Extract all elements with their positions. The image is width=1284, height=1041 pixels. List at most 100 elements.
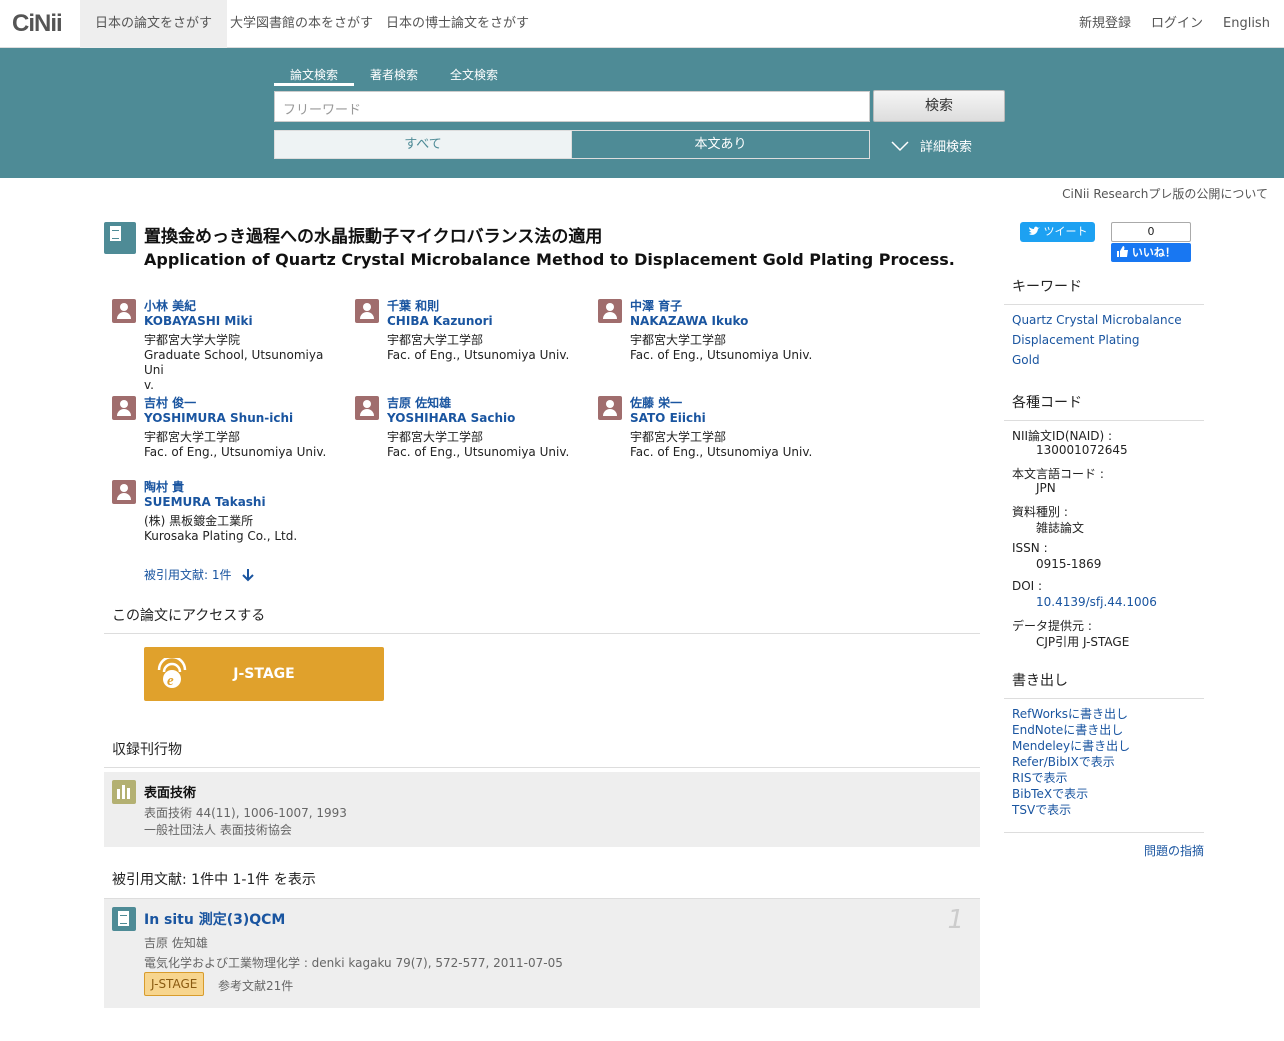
author-affiliation: 宇都宮大学工学部 Fac. of Eng., Utsunomiya Univ. bbox=[144, 430, 327, 459]
author-name-en[interactable]: SATO Eiichi bbox=[630, 411, 830, 426]
author-entry: 中澤 育子 NAKAZAWA Ikuko 宇都宮大学工学部 Fac. of Eng… bbox=[598, 299, 830, 363]
author-affiliation: 宇都宮大学工学部 Fac. of Eng., Utsunomiya Univ. bbox=[630, 430, 813, 459]
code-label: DOI : bbox=[1012, 579, 1043, 593]
code-label: ISSN : bbox=[1012, 541, 1048, 555]
chevron-down-icon bbox=[891, 141, 909, 152]
login-link[interactable]: ログイン bbox=[1151, 0, 1203, 48]
codes-heading: 各種コード bbox=[1004, 392, 1204, 421]
author-name-ja[interactable]: 陶村 貴 bbox=[144, 480, 344, 495]
journal-publisher: 一般社団法人 表面技術協会 bbox=[144, 823, 292, 837]
export-refer-link[interactable]: Refer/BibIXで表示 bbox=[1012, 753, 1115, 770]
keyword-link[interactable]: Quartz Crystal Microbalance bbox=[1012, 313, 1182, 327]
access-heading: この論文にアクセスする bbox=[104, 605, 980, 634]
tab-author-search[interactable]: 著者検索 bbox=[370, 66, 418, 86]
search-input[interactable]: フリーワード bbox=[274, 91, 870, 122]
result-number: 1 bbox=[947, 905, 964, 935]
doi-link[interactable]: 10.4139/sfj.44.1006 bbox=[1036, 595, 1157, 609]
person-icon bbox=[355, 299, 379, 323]
journal-box: 表面技術 表面技術 44(11), 1006-1007, 1993 一般社団法人… bbox=[104, 772, 980, 847]
code-value: 0915-1869 bbox=[1036, 557, 1102, 571]
author-name-en[interactable]: YOSHIHARA Sachio bbox=[387, 411, 587, 426]
tab-search-dissertations[interactable]: 日本の博士論文をさがす bbox=[371, 0, 544, 48]
export-endnote-link[interactable]: EndNoteに書き出し bbox=[1012, 721, 1123, 738]
author-affiliation: 宇都宮大学大学院 Graduate School, Utsunomiya Uni v… bbox=[144, 333, 324, 392]
export-bibtex-link[interactable]: BibTeXで表示 bbox=[1012, 785, 1088, 802]
jstage-button[interactable]: e J-STAGE bbox=[144, 647, 384, 701]
register-link[interactable]: 新規登録 bbox=[1079, 0, 1131, 48]
journal-icon bbox=[112, 780, 136, 804]
author-name-en[interactable]: CHIBA Kazunori bbox=[387, 314, 587, 329]
code-value: 130001072645 bbox=[1036, 443, 1128, 457]
tab-search-books[interactable]: 大学図書館の本をさがす bbox=[215, 0, 388, 48]
author-name-ja[interactable]: 中澤 育子 bbox=[630, 299, 830, 314]
svg-text:e: e bbox=[167, 673, 174, 689]
filter-all-toggle[interactable]: すべて bbox=[274, 130, 572, 159]
tab-paper-search[interactable]: 論文検索 bbox=[274, 66, 354, 86]
cited-item-source: 電気化学および工業物理化学 : denki kagaku 79(7), 572-… bbox=[144, 956, 563, 970]
report-issue-link[interactable]: 問題の指摘 bbox=[1144, 842, 1204, 859]
author-entry: 小林 美紀 KOBAYASHI Miki 宇都宮大学大学院 Graduate Sc… bbox=[112, 299, 344, 393]
english-link[interactable]: English bbox=[1223, 0, 1270, 48]
twitter-bird-icon bbox=[1029, 226, 1040, 235]
keywords-heading: キーワード bbox=[1004, 276, 1204, 305]
search-panel: 論文検索 著者検索 全文検索 フリーワード 検索 すべて 本文あり 詳細検索 bbox=[0, 48, 1284, 178]
author-entry: 陶村 貴 SUEMURA Takashi (株) 黒板鍍金工業所 Kurosaka… bbox=[112, 480, 344, 544]
code-label: NII論文ID(NAID) : bbox=[1012, 429, 1113, 443]
keyword-link[interactable]: Gold bbox=[1012, 353, 1040, 367]
keyword-link[interactable]: Displacement Plating bbox=[1012, 333, 1140, 347]
author-name-ja[interactable]: 佐藤 栄一 bbox=[630, 396, 830, 411]
export-heading: 書き出し bbox=[1004, 670, 1204, 699]
code-value: 雑誌論文 bbox=[1036, 521, 1085, 535]
author-affiliation: (株) 黒板鍍金工業所 Kurosaka Plating Co., Ltd. bbox=[144, 514, 298, 543]
title-english: Application of Quartz Crystal Microbalan… bbox=[144, 250, 955, 269]
author-name-en[interactable]: KOBAYASHI Miki bbox=[144, 314, 344, 329]
author-name-en[interactable]: YOSHIMURA Shun-ichi bbox=[144, 411, 344, 426]
author-name-en[interactable]: SUEMURA Takashi bbox=[144, 495, 344, 510]
cited-item-title[interactable]: In situ 測定(3)QCM bbox=[144, 909, 285, 929]
person-icon bbox=[112, 396, 136, 420]
tweet-label: ツイート bbox=[1043, 225, 1088, 238]
jstage-label: J-STAGE bbox=[233, 666, 295, 682]
export-ris-link[interactable]: RISで表示 bbox=[1012, 769, 1068, 786]
title-japanese: 置換金めっき過程への水晶振動子マイクロバランス法の適用 bbox=[144, 227, 603, 247]
journal-name[interactable]: 表面技術 bbox=[144, 782, 196, 801]
like-button[interactable]: いいね！ bbox=[1111, 243, 1191, 262]
export-refworks-link[interactable]: RefWorksに書き出し bbox=[1012, 705, 1128, 722]
author-name-ja[interactable]: 千葉 和則 bbox=[387, 299, 587, 314]
code-label: 本文言語コード : bbox=[1012, 467, 1104, 481]
author-entry: 吉原 佐知雄 YOSHIHARA Sachio 宇都宮大学工学部 Fac. of … bbox=[355, 396, 587, 460]
person-icon bbox=[598, 299, 622, 323]
cinii-logo[interactable]: CiNii bbox=[12, 10, 63, 38]
search-button[interactable]: 検索 bbox=[873, 90, 1005, 122]
export-mendeley-link[interactable]: Mendeleyに書き出し bbox=[1012, 737, 1130, 754]
reference-count: 参考文献21件 bbox=[218, 979, 294, 993]
jstage-e-icon: e bbox=[157, 658, 187, 689]
document-icon bbox=[112, 907, 136, 931]
author-entry: 千葉 和則 CHIBA Kazunori 宇都宮大学工学部 Fac. of Eng… bbox=[355, 299, 587, 363]
filter-fulltext-toggle[interactable]: 本文あり bbox=[571, 130, 870, 159]
person-icon bbox=[598, 396, 622, 420]
advanced-search-label: 詳細検索 bbox=[920, 140, 973, 155]
author-name-ja[interactable]: 小林 美紀 bbox=[144, 299, 344, 314]
author-name-ja[interactable]: 吉村 俊一 bbox=[144, 396, 344, 411]
tweet-button[interactable]: ツイート bbox=[1020, 222, 1095, 242]
divider bbox=[1004, 832, 1204, 833]
tab-search-papers[interactable]: 日本の論文をさがす bbox=[80, 0, 228, 48]
cited-item: In situ 測定(3)QCM 1 吉原 佐知雄 電気化学および工業物理化学 … bbox=[104, 898, 980, 1008]
code-label: データ提供元 : bbox=[1012, 619, 1092, 633]
research-notice-link[interactable]: CiNii Researchプレ版の公開について bbox=[1062, 185, 1268, 202]
export-tsv-link[interactable]: TSVで表示 bbox=[1012, 801, 1071, 818]
tab-fulltext-search[interactable]: 全文検索 bbox=[450, 66, 498, 86]
cited-by-link[interactable]: 被引用文献: 1件 bbox=[144, 566, 255, 583]
jstage-badge[interactable]: J-STAGE bbox=[144, 972, 205, 996]
author-name-en[interactable]: NAKAZAWA Ikuko bbox=[630, 314, 830, 329]
code-value: JPN bbox=[1036, 481, 1056, 495]
person-icon bbox=[112, 299, 136, 323]
cited-heading: 被引用文献: 1件中 1-1件 を表示 bbox=[112, 872, 316, 888]
thumbs-up-icon bbox=[1117, 246, 1128, 257]
journal-heading: 収録刊行物 bbox=[104, 739, 980, 768]
author-affiliation: 宇都宮大学工学部 Fac. of Eng., Utsunomiya Univ. bbox=[630, 333, 813, 362]
author-name-ja[interactable]: 吉原 佐知雄 bbox=[387, 396, 587, 411]
like-count: 0 bbox=[1111, 222, 1191, 242]
advanced-search-link[interactable]: 詳細検索 bbox=[890, 136, 972, 155]
